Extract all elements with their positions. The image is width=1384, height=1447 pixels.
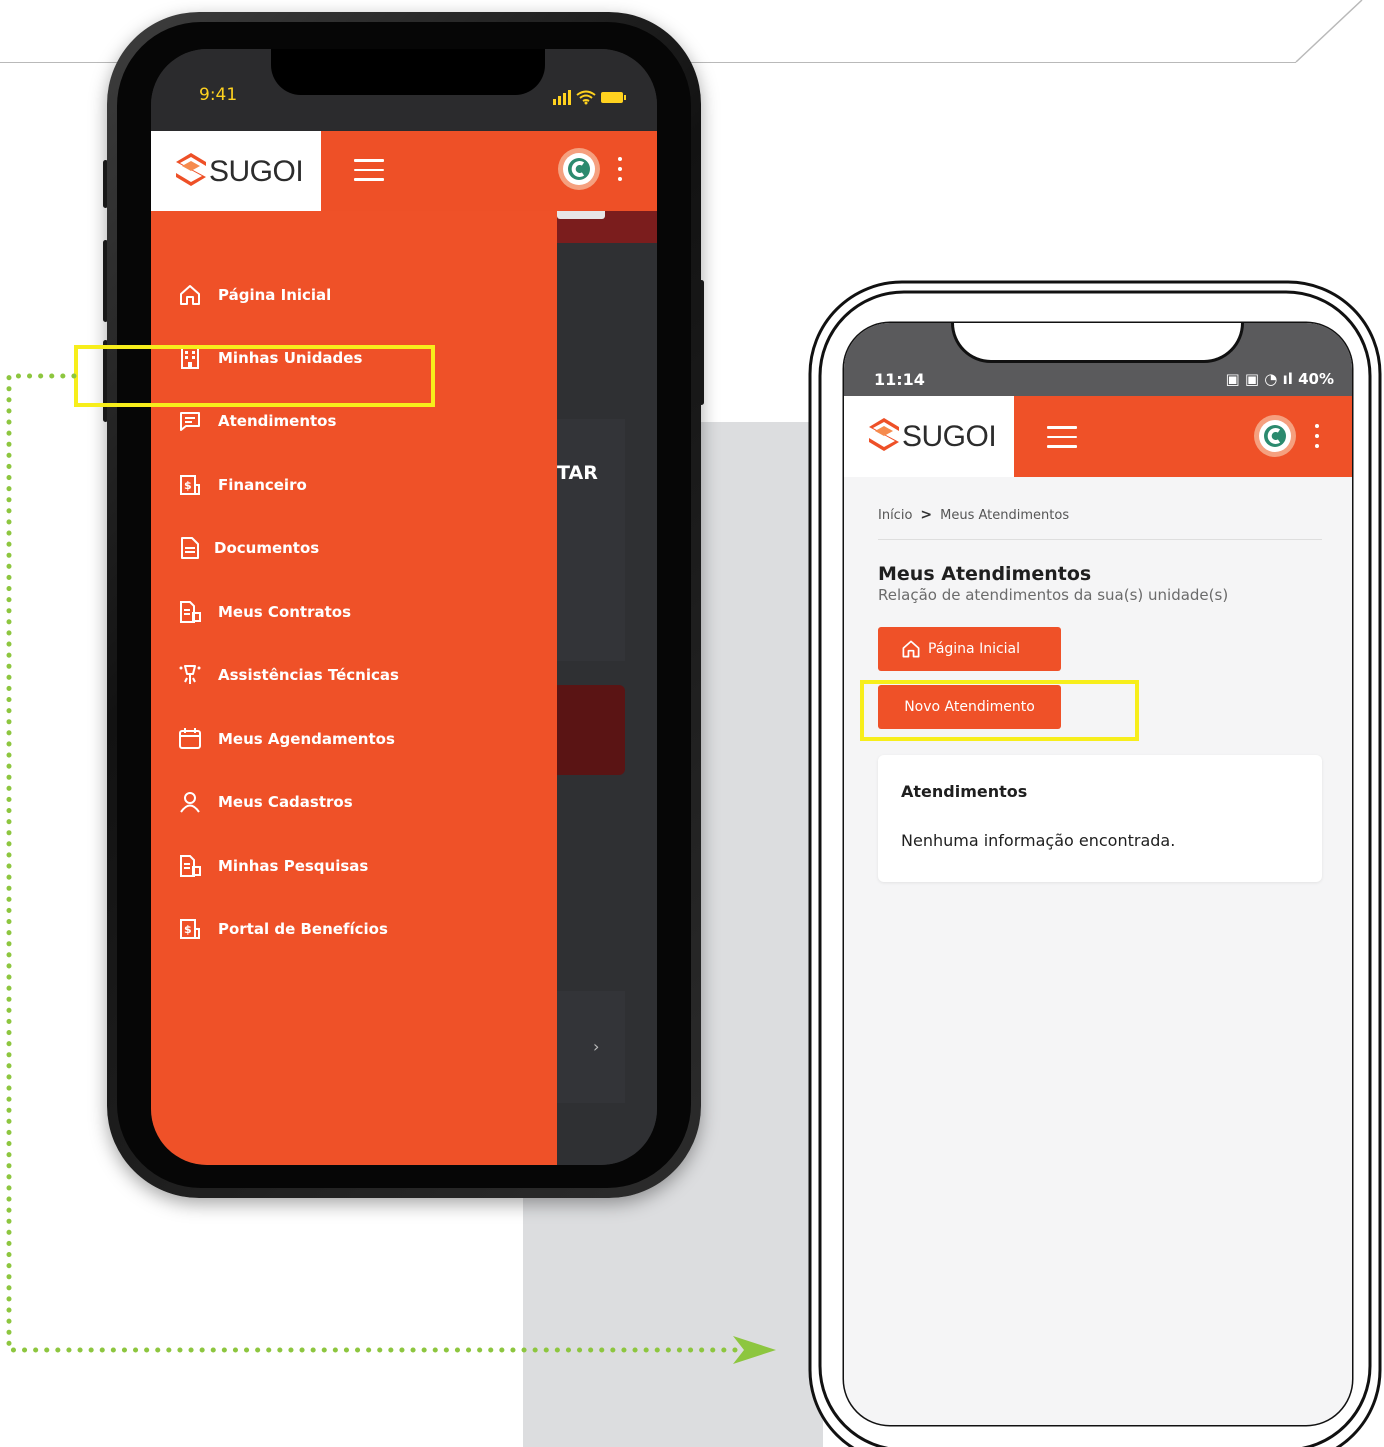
breadcrumb-current: Meus Atendimentos — [940, 507, 1070, 523]
menu-item-pagina-inicial[interactable]: Página Inicial — [177, 277, 331, 313]
menu-item-label: Financeiro — [218, 476, 307, 494]
finance-icon: $ — [180, 475, 200, 495]
background-card — [557, 685, 625, 775]
hamburger-menu-icon[interactable] — [354, 159, 384, 181]
menu-item-label: Assistências Técnicas — [218, 666, 399, 684]
benefits-icon: $ — [180, 919, 200, 939]
sugoi-logo-icon — [176, 153, 206, 186]
avatar-logo-icon — [568, 158, 590, 180]
left-phone-screen: 9:41 TAR › SUGOI Página Inicial Minhas U… — [151, 49, 657, 1165]
document-icon — [181, 537, 199, 559]
logo[interactable]: SUGOI — [151, 131, 321, 211]
contract-icon — [180, 601, 201, 623]
user-icon — [180, 792, 200, 813]
home-icon — [180, 285, 200, 305]
breadcrumb-home-link[interactable]: Início — [878, 508, 912, 523]
home-button-label: Página Inicial — [928, 641, 1021, 657]
menu-item-label: Página Inicial — [218, 286, 332, 304]
menu-item-label: Portal de Benefícios — [218, 920, 388, 938]
page-subtitle: Relação de atendimentos da sua(s) unidad… — [878, 586, 1229, 604]
status-bar: 9:41 — [151, 49, 657, 131]
divider — [878, 539, 1322, 540]
calendar-icon — [179, 728, 201, 749]
status-time: 9:41 — [199, 85, 238, 105]
app-header: SUGOI — [151, 131, 657, 211]
logo-text: SUGOI — [209, 155, 304, 188]
app-header: SUGOI — [844, 396, 1352, 477]
logo[interactable]: SUGOI — [844, 396, 1014, 477]
more-options-icon[interactable] — [617, 157, 623, 185]
left-phone-frame: 9:41 TAR › SUGOI Página Inicial Minhas U… — [107, 12, 701, 1198]
menu-item-financeiro[interactable]: $ Financeiro — [177, 467, 307, 503]
chevron-right-icon: > — [920, 507, 933, 523]
menu-item-portal-de-beneficios[interactable]: $ Portal de Benefícios — [177, 911, 388, 947]
menu-item-assistencias-tecnicas[interactable]: Assistências Técnicas — [177, 657, 399, 693]
battery-percentage: 40% — [1298, 370, 1334, 388]
menu-item-label: Meus Agendamentos — [218, 730, 395, 748]
avatar-logo-icon — [1264, 425, 1286, 447]
phone-notch — [271, 49, 545, 95]
status-time: 11:14 — [874, 370, 925, 389]
empty-state-text: Nenhuma informação encontrada. — [901, 831, 1176, 850]
right-phone-frame: 11:14 ▣ ▣ ◔ ıl 40% SUGOI Início > Meus A… — [806, 278, 1384, 1447]
hamburger-menu-icon[interactable] — [1047, 426, 1077, 448]
menu-item-label: Documentos — [214, 539, 320, 557]
avatar[interactable] — [1254, 415, 1296, 457]
message-icon — [180, 412, 200, 431]
menu-item-label: Atendimentos — [218, 412, 337, 430]
menu-item-atendimentos[interactable]: Atendimentos — [177, 403, 336, 439]
background-card-text: TAR — [557, 462, 598, 484]
menu-item-label: Meus Contratos — [218, 603, 352, 621]
battery-status: ▣ ▣ ◔ ıl 40% — [1225, 370, 1334, 388]
menu-item-documentos[interactable]: Documentos — [177, 530, 319, 566]
svg-text:$: $ — [184, 923, 192, 936]
status-icons: ▣ ▣ ◔ ıl — [1225, 370, 1299, 388]
menu-item-meus-agendamentos[interactable]: Meus Agendamentos — [177, 721, 395, 757]
phone-notch — [951, 323, 1244, 363]
background-card — [557, 991, 625, 1103]
menu-item-minhas-pesquisas[interactable]: Minhas Pesquisas — [177, 848, 368, 884]
technical-assistance-icon — [179, 665, 201, 684]
avatar[interactable] — [558, 148, 600, 190]
chevron-right-icon: › — [593, 1037, 600, 1056]
more-options-icon[interactable] — [1314, 424, 1320, 452]
logo-text: SUGOI — [902, 420, 997, 453]
sugoi-logo-icon — [869, 418, 899, 451]
card-title: Atendimentos — [901, 782, 1028, 801]
home-button[interactable]: Página Inicial — [878, 627, 1061, 671]
home-icon — [902, 640, 920, 658]
background-tab — [557, 211, 605, 219]
menu-item-label: Meus Cadastros — [218, 793, 353, 811]
breadcrumb: Início > Meus Atendimentos — [878, 507, 1069, 523]
highlight-box-atendimentos — [74, 345, 435, 407]
highlight-box-novo-atendimento — [860, 680, 1139, 741]
svg-text:$: $ — [184, 479, 192, 492]
menu-item-meus-contratos[interactable]: Meus Contratos — [177, 594, 351, 630]
right-phone-screen: 11:14 ▣ ▣ ◔ ıl 40% SUGOI Início > Meus A… — [844, 323, 1352, 1425]
menu-item-label: Minhas Pesquisas — [218, 857, 369, 875]
background-card — [557, 419, 625, 661]
menu-item-meus-cadastros[interactable]: Meus Cadastros — [177, 784, 353, 820]
survey-icon — [180, 855, 201, 877]
page-title: Meus Atendimentos — [878, 563, 1092, 585]
atendimentos-card: Atendimentos Nenhuma informação encontra… — [878, 755, 1322, 882]
status-icons — [553, 90, 626, 105]
